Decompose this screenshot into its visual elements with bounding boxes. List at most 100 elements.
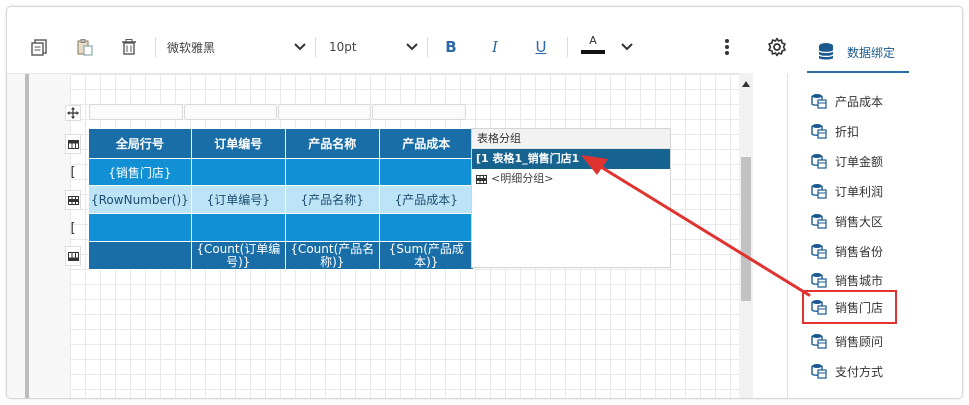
field-item[interactable]: 销售省份 <box>811 240 883 262</box>
table-row-icon <box>67 195 79 205</box>
table-cell[interactable]: {产品成本} <box>378 185 474 214</box>
column-handle[interactable] <box>372 104 466 120</box>
field-item-label: 订单金额 <box>835 154 884 169</box>
field-item-label: 订单利润 <box>835 184 884 199</box>
gear-icon[interactable] <box>765 33 789 61</box>
table-group-footer-row <box>88 213 474 242</box>
column-handles <box>89 104 467 120</box>
table-cell[interactable] <box>88 213 192 242</box>
table-cell[interactable]: {Count(订单编号)} <box>190 241 286 270</box>
toolbar-divider <box>315 37 316 57</box>
grouping-item-detail-label: <明细分组> <box>491 172 554 185</box>
column-handle[interactable] <box>184 104 277 120</box>
table-row-icon <box>67 251 79 261</box>
canvas-left-edge <box>25 74 29 398</box>
vertical-scrollbar[interactable] <box>739 73 753 398</box>
move-handle-icon[interactable] <box>65 105 81 121</box>
data-field-icon <box>811 184 827 199</box>
font-color-button[interactable]: A <box>579 34 607 60</box>
table-cell[interactable] <box>378 158 474 186</box>
font-family-value: 微软雅黑 <box>167 40 216 55</box>
table-grouping-panel: 表格分组 [1 表格1_销售门店1 <明细分组> <box>471 128 671 268</box>
table-cell[interactable]: 全局行号 <box>88 128 192 159</box>
table-cell[interactable] <box>88 241 192 270</box>
table-cell[interactable] <box>378 213 474 242</box>
data-fields-panel: 产品成本折扣订单金额订单利润销售大区销售省份销售城市销售门店销售顾问支付方式 <box>787 73 962 398</box>
delete-icon[interactable] <box>117 33 141 61</box>
column-handle[interactable] <box>278 104 371 120</box>
data-field-icon <box>811 154 827 169</box>
field-item[interactable]: 销售大区 <box>811 210 883 232</box>
data-field-icon <box>811 94 827 109</box>
table-detail-row: {RowNumber()} {订单编号} {产品名称} {产品成本} <box>88 185 474 214</box>
table-row-icon <box>67 139 79 149</box>
table-cell[interactable]: {RowNumber()} <box>88 185 192 214</box>
toolbar-divider <box>155 37 156 57</box>
table-cell[interactable] <box>284 213 380 242</box>
column-handle[interactable] <box>89 104 183 120</box>
table-cell[interactable]: {订单编号} <box>190 185 286 214</box>
field-item-label: 销售顾问 <box>835 334 884 349</box>
data-field-icon <box>811 244 827 259</box>
table-cell[interactable]: 产品成本 <box>378 128 474 159</box>
field-item-label: 折扣 <box>835 124 860 139</box>
field-item[interactable]: 订单利润 <box>811 180 883 202</box>
chevron-down-icon <box>294 43 306 51</box>
tab-data-binding[interactable]: 数据绑定 <box>807 33 909 73</box>
report-table[interactable]: 全局行号 订单编号 产品名称 产品成本 {销售门店} {RowNumber()}… <box>88 128 474 270</box>
data-field-icon <box>811 334 827 349</box>
table-cell[interactable] <box>190 213 286 242</box>
field-item[interactable]: 折扣 <box>811 120 859 142</box>
table-cell[interactable]: {产品名称} <box>284 185 380 214</box>
table-cell[interactable] <box>284 158 380 186</box>
row-handle-detail[interactable] <box>65 190 81 210</box>
data-field-icon <box>811 214 827 229</box>
italic-button[interactable]: I <box>483 33 507 61</box>
data-field-icon <box>811 364 827 379</box>
field-item[interactable]: 产品成本 <box>811 90 883 112</box>
data-field-icon <box>811 273 827 288</box>
row-handle-group[interactable]: [ <box>65 162 81 182</box>
table-cell[interactable]: 产品名称 <box>284 128 380 159</box>
grouping-item-detail[interactable]: <明细分组> <box>472 169 670 189</box>
row-handle-footer[interactable] <box>65 246 81 266</box>
grouping-panel-title: 表格分组 <box>472 129 670 149</box>
table-cell[interactable]: {Sum(产品成本)} <box>378 241 474 270</box>
toolbar-divider <box>427 37 428 57</box>
chevron-down-icon <box>621 43 633 51</box>
table-cell[interactable] <box>190 158 286 186</box>
paste-icon[interactable] <box>73 33 97 61</box>
field-item-label: 支付方式 <box>835 364 884 379</box>
database-icon <box>818 43 834 60</box>
field-item[interactable]: 销售城市 <box>811 269 883 291</box>
report-designer-window: 微软雅黑 10pt B I U A 数据绑定 [[全局行号 订单编号 产品名… <box>6 6 963 399</box>
font-family-select[interactable]: 微软雅黑 <box>167 35 307 59</box>
table-cell[interactable]: 订单编号 <box>190 128 286 159</box>
scroll-up-icon[interactable] <box>741 79 751 89</box>
table-cell[interactable]: {Count(产品名称)} <box>284 241 380 270</box>
more-options-icon[interactable] <box>719 33 735 61</box>
field-item[interactable]: 销售门店 <box>801 290 898 324</box>
field-item[interactable]: 订单金额 <box>811 150 883 172</box>
table-group-header-row: {销售门店} <box>88 158 474 186</box>
font-size-select[interactable]: 10pt <box>329 35 419 59</box>
font-color-dropdown[interactable] <box>617 33 637 61</box>
table-row-icon <box>476 174 487 184</box>
copy-icon[interactable] <box>27 33 51 61</box>
row-handle-group-footer[interactable]: [ <box>65 218 81 238</box>
design-canvas[interactable]: [ [ 全局行号 订单编号 产品名称 产品成本 {销售门店} {RowNumbe… <box>7 73 739 398</box>
scrollbar-thumb[interactable] <box>741 157 751 301</box>
underline-button[interactable]: U <box>529 33 553 61</box>
field-item-label: 销售城市 <box>835 273 884 288</box>
table-header-row: 全局行号 订单编号 产品名称 产品成本 <box>88 128 474 159</box>
table-cell[interactable]: {销售门店} <box>88 158 192 186</box>
table-footer-row: {Count(订单编号)} {Count(产品名称)} {Sum(产品成本)} <box>88 241 474 270</box>
field-item[interactable]: 支付方式 <box>811 360 883 382</box>
bold-button[interactable]: B <box>439 33 463 61</box>
grouping-item-selected[interactable]: [1 表格1_销售门店1 <box>472 149 670 169</box>
font-color-glyph: A <box>589 34 597 47</box>
row-handle-header[interactable] <box>65 134 81 154</box>
field-item[interactable]: 销售顾问 <box>811 330 883 352</box>
field-item-label: 产品成本 <box>835 94 884 109</box>
field-item-label: 销售省份 <box>835 244 884 259</box>
